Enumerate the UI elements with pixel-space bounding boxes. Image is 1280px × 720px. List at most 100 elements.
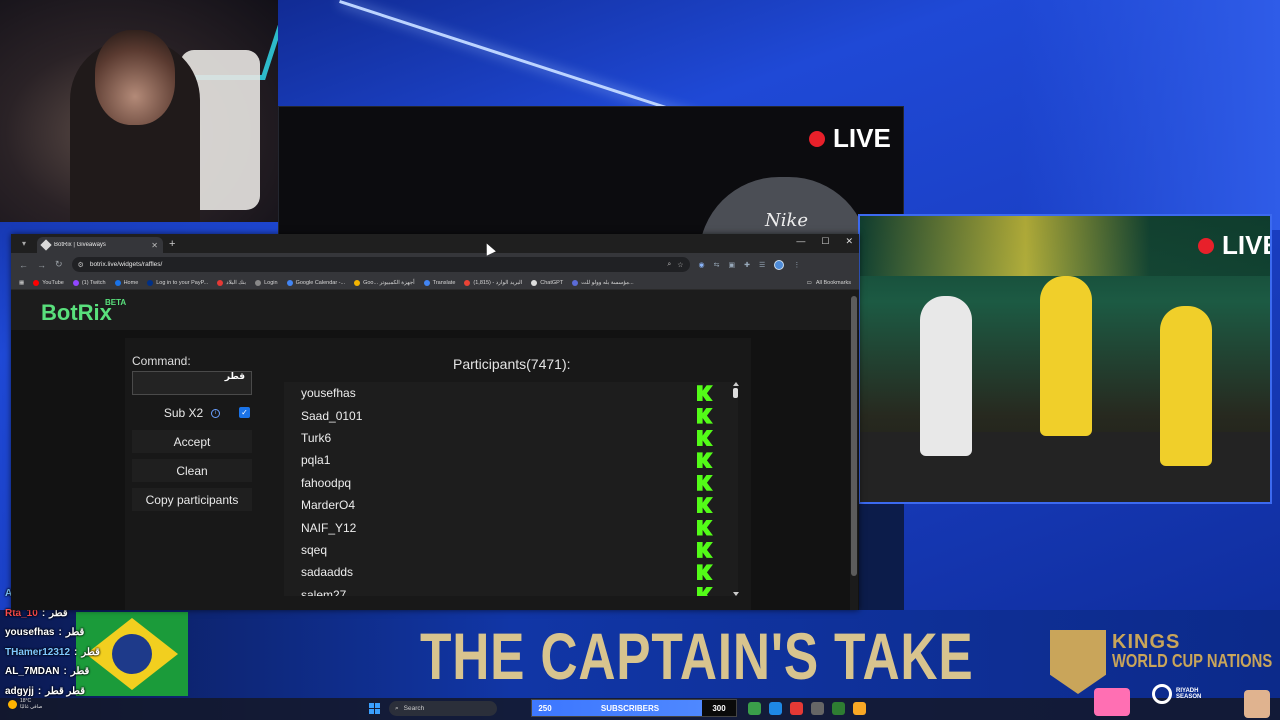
close-tab-icon[interactable]: ✕	[151, 241, 158, 250]
participant-name: Turk6	[301, 430, 332, 445]
clean-button[interactable]: Clean	[132, 459, 252, 482]
chrome-icon[interactable]	[853, 702, 866, 715]
bookmarks-bar: ▦ YouTube (1) Twitch Home Log in to your Pa…	[11, 276, 859, 290]
bookmark-label: YouTube	[42, 279, 64, 286]
search-icon: ⌕	[395, 704, 399, 712]
live-dot-icon	[809, 130, 825, 147]
copy-participants-button[interactable]: Copy participants	[132, 488, 252, 511]
back-icon[interactable]: ←	[19, 260, 28, 270]
side-video-feed: LIVE	[858, 214, 1272, 504]
bookmark-label: Translate	[432, 279, 456, 286]
windows-taskbar: 18°C صافي غالبًا ⌕ Search 250 SUBSCRIBER…	[0, 698, 1280, 720]
weather-sun-icon	[8, 700, 17, 709]
sub-x2-label: Sub X2	[163, 406, 204, 420]
participant-row: MarderO4	[284, 494, 738, 516]
participant-row: Saad_0101	[284, 404, 738, 426]
bookmark-item[interactable]: Home	[114, 279, 138, 286]
sub-x2-checkbox[interactable]: ✓	[239, 407, 250, 418]
kick-platform-icon	[697, 541, 713, 558]
sub-current-count: 250	[532, 700, 558, 716]
bookmark-item[interactable]: (1) Twitch	[72, 279, 106, 286]
page-scrollbar[interactable]	[850, 290, 858, 610]
close-window-icon[interactable]: ✕	[845, 236, 853, 247]
command-input[interactable]: قطر	[132, 371, 252, 395]
page-scroll-thumb[interactable]	[851, 296, 857, 576]
spotify-icon[interactable]	[748, 702, 761, 715]
bookmark-item[interactable]: YouTube	[33, 279, 64, 286]
weather-text: 18°C صافي غالبًا	[20, 698, 42, 710]
minimize-icon[interactable]: —	[796, 236, 805, 247]
extension-icon[interactable]: ◉	[699, 261, 705, 269]
player-figure	[1040, 276, 1092, 436]
participant-row: sadaadds	[284, 561, 738, 583]
accept-button[interactable]: Accept	[132, 430, 252, 453]
new-tab-icon[interactable]: +	[169, 238, 175, 250]
bookmark-item[interactable]: Login	[255, 279, 278, 286]
maximize-icon[interactable]: ☐	[821, 236, 829, 247]
tab-botrix-giveaways[interactable]: BotRix | Giveaways ✕	[37, 237, 163, 253]
bookmark-item[interactable]: Translate	[423, 279, 456, 286]
chat-text: قطر	[70, 666, 90, 678]
bookmark-item[interactable]: البريد الوارد - (1,815)	[464, 279, 522, 286]
participant-name: sadaadds	[301, 565, 354, 580]
participant-row: Turk6	[284, 427, 738, 449]
tab-search-icon[interactable]: ▾	[15, 237, 33, 251]
site-info-icon[interactable]: ⚙	[78, 261, 84, 269]
kings-league-text: KINGS WORLD CUP NATIONS	[1112, 632, 1280, 670]
excel-icon[interactable]	[832, 702, 845, 715]
chat-text: قطر	[65, 627, 85, 639]
zoom-icon[interactable]: ⌕	[667, 261, 671, 269]
browser-menu-icon[interactable]: ⋮	[793, 261, 800, 269]
scroll-down-icon[interactable]	[733, 592, 739, 596]
participant-name: salem27	[301, 587, 347, 596]
subscriber-goal-widget: 250 SUBSCRIBERS 300	[531, 699, 737, 717]
bookmark-star-icon[interactable]: ☆	[677, 261, 683, 269]
participant-name: Saad_0101	[301, 408, 363, 423]
botrix-logo[interactable]: BotRix	[41, 300, 112, 326]
taskbar-search[interactable]: ⌕ Search	[389, 701, 497, 716]
bookmark-favicon-icon	[114, 279, 121, 286]
steam-icon[interactable]	[811, 702, 824, 715]
scroll-thumb[interactable]	[733, 388, 738, 398]
url-text[interactable]: botrix.live/widgets/raffles/	[90, 261, 662, 268]
extension-icon[interactable]: ▣	[729, 261, 736, 269]
extension-icon[interactable]: ⇆	[714, 261, 720, 269]
info-icon[interactable]: i	[211, 408, 221, 418]
reload-icon[interactable]: ↻	[55, 259, 63, 270]
participants-scrollbar[interactable]	[733, 382, 739, 596]
live-indicator: LIVE	[809, 123, 891, 154]
bookmark-item[interactable]: ChatGPT	[531, 279, 563, 286]
chat-message: AL_7MDAN: قطر	[0, 662, 200, 682]
kick-platform-icon	[697, 564, 713, 581]
bookmark-favicon-icon	[72, 279, 79, 286]
bookmark-item[interactable]: مؤسسة بله وولو للت...	[572, 279, 634, 286]
sub-goal-label: SUBSCRIBERS	[558, 700, 702, 716]
tab-groups-icon[interactable]: ☰	[759, 261, 765, 269]
forward-icon[interactable]: →	[37, 260, 46, 270]
scroll-up-icon[interactable]	[733, 382, 739, 386]
bookmark-item[interactable]: Log in to your PayP...	[147, 279, 208, 286]
riyadh-season-logo: RIYADH SEASON	[1152, 684, 1201, 704]
edge-icon[interactable]	[769, 702, 782, 715]
participants-list[interactable]: yousefhas Saad_0101 Turk6 pqla1 fahoodpq Mard…	[284, 382, 738, 596]
tab-title: BotRix | Giveaways	[54, 242, 106, 248]
extensions-puzzle-icon[interactable]: ✚	[744, 261, 750, 269]
participant-name: fahoodpq	[301, 475, 352, 490]
botrix-favicon-icon	[40, 239, 52, 251]
app-icon[interactable]	[790, 702, 803, 715]
weather-widget[interactable]: 18°C صافي غالبًا	[8, 698, 42, 710]
profile-avatar-icon[interactable]	[774, 259, 785, 270]
kick-platform-icon	[697, 497, 713, 514]
bookmark-label: (1) Twitch	[81, 279, 106, 286]
all-bookmarks-button[interactable]: ▭ All Bookmarks	[807, 280, 851, 286]
chat-username: AL_7MDAN	[5, 666, 60, 678]
folder-icon: ▭	[806, 279, 812, 286]
apps-grid-icon[interactable]: ▦	[19, 280, 24, 286]
address-bar[interactable]: ⚙ botrix.live/widgets/raffles/ ⌕ ☆	[71, 257, 690, 272]
bookmark-favicon-icon	[354, 279, 361, 286]
chat-separator: :	[58, 627, 62, 639]
bookmark-item[interactable]: Goo... أجهزة الكمبيوتر	[354, 279, 415, 286]
windows-start-icon[interactable]	[369, 703, 380, 714]
bookmark-item[interactable]: بنك البلاد	[217, 279, 246, 286]
bookmark-item[interactable]: Google Calendar -...	[286, 279, 345, 286]
